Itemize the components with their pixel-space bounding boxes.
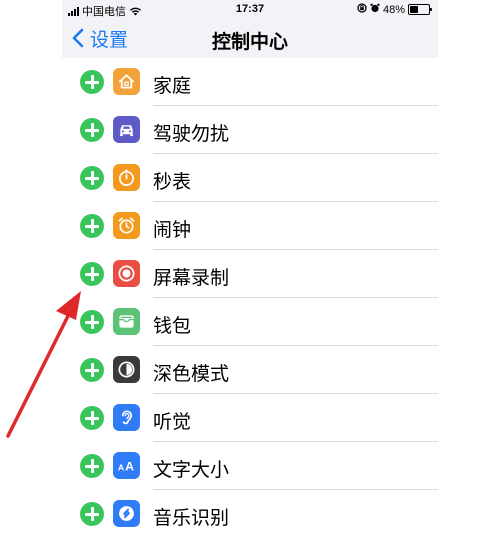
list-item-screen-recording[interactable]: 屏幕录制 bbox=[62, 250, 438, 298]
svg-text:A: A bbox=[118, 462, 124, 472]
dark-mode-icon bbox=[113, 356, 140, 383]
list-item-label: 听觉 bbox=[153, 412, 192, 433]
car-icon bbox=[113, 116, 140, 143]
add-button[interactable] bbox=[80, 70, 104, 94]
list-item-alarm[interactable]: 闹钟 bbox=[62, 202, 438, 250]
add-button[interactable] bbox=[80, 214, 104, 238]
status-bar: 中国电信 17:37 48% bbox=[62, 0, 438, 20]
alarm-status-icon bbox=[370, 3, 380, 16]
add-button[interactable] bbox=[80, 406, 104, 430]
home-icon bbox=[113, 68, 140, 95]
battery-percent: 48% bbox=[382, 3, 405, 16]
list-item-label: 音乐识别 bbox=[153, 508, 230, 529]
list-item-label: 驾驶勿扰 bbox=[153, 124, 230, 145]
text-size-icon: AA bbox=[113, 452, 140, 479]
list-item-label: 屏幕录制 bbox=[153, 268, 230, 289]
screen-record-icon bbox=[113, 260, 140, 287]
list-item-wallet[interactable]: 钱包 bbox=[62, 298, 438, 346]
list-item-driving-focus[interactable]: 驾驶勿扰 bbox=[62, 106, 438, 154]
list-item-label: 深色模式 bbox=[153, 364, 230, 385]
phone-screen: 中国电信 17:37 48% 设置 控制中心 家庭 驾驶勿扰 秒表 闹钟 屏幕录… bbox=[62, 0, 438, 534]
add-button[interactable] bbox=[80, 454, 104, 478]
more-controls-list: 家庭 驾驶勿扰 秒表 闹钟 屏幕录制 钱包 深色模式 听觉 A A 文字大小 音… bbox=[62, 58, 438, 534]
add-button[interactable] bbox=[80, 502, 104, 526]
add-button[interactable] bbox=[80, 310, 104, 334]
page-title: 控制中心 bbox=[211, 32, 288, 53]
ear-icon bbox=[113, 404, 140, 431]
list-item-stopwatch[interactable]: 秒表 bbox=[62, 154, 438, 202]
list-item-text-size[interactable]: AA 文字大小 bbox=[62, 442, 438, 490]
list-item-home[interactable]: 家庭 bbox=[62, 58, 438, 106]
add-button[interactable] bbox=[80, 262, 104, 286]
list-item-label: 钱包 bbox=[153, 316, 192, 337]
stopwatch-icon bbox=[113, 164, 140, 191]
rotation-lock-icon bbox=[357, 3, 367, 16]
battery-fill bbox=[410, 6, 418, 13]
list-item-label: 家庭 bbox=[153, 76, 192, 97]
svg-text:A: A bbox=[125, 459, 134, 473]
list-item-hearing[interactable]: 听觉 bbox=[62, 394, 438, 442]
battery-icon bbox=[408, 4, 432, 15]
wallet-icon bbox=[113, 308, 140, 335]
shazam-icon bbox=[113, 500, 140, 527]
add-button[interactable] bbox=[80, 358, 104, 382]
navigation-bar: 设置 控制中心 bbox=[62, 20, 438, 58]
list-item-label: 文字大小 bbox=[153, 460, 230, 481]
add-button[interactable] bbox=[80, 166, 104, 190]
list-item-label: 闹钟 bbox=[153, 220, 192, 241]
add-button[interactable] bbox=[80, 118, 104, 142]
alarm-clock-icon bbox=[113, 212, 140, 239]
status-right: 48% bbox=[357, 3, 432, 16]
list-item-music-recognition[interactable]: 音乐识别 bbox=[62, 490, 438, 534]
list-item-label: 秒表 bbox=[153, 172, 192, 193]
list-item-dark-mode[interactable]: 深色模式 bbox=[62, 346, 438, 394]
